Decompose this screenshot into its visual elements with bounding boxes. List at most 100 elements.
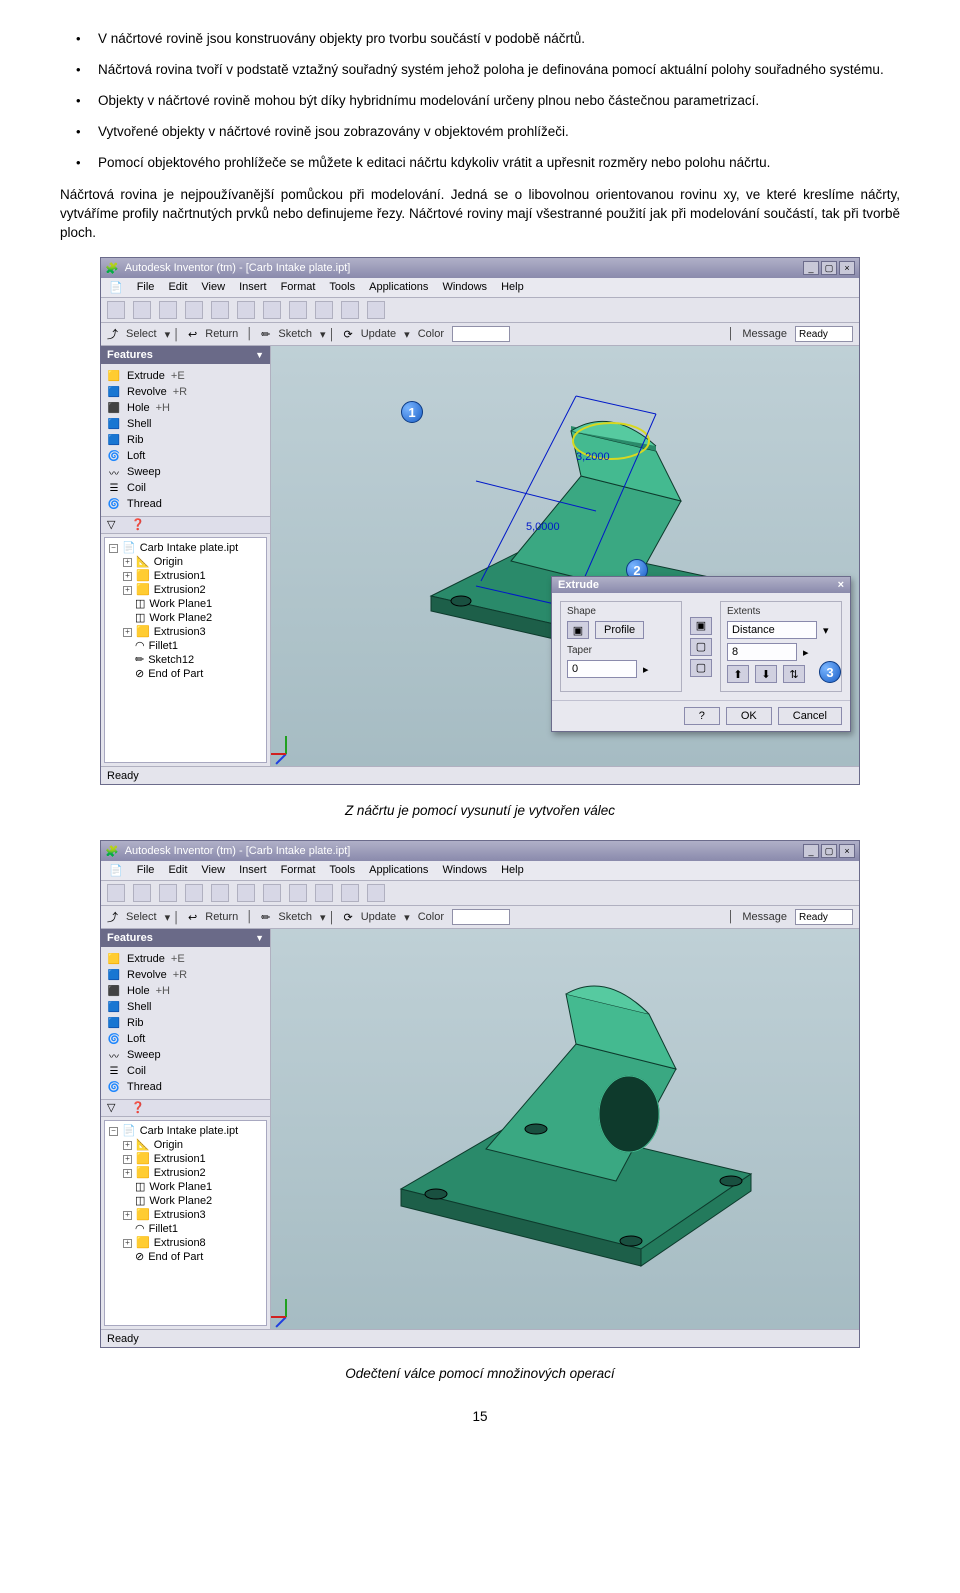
feature-extrude[interactable]: 🟨Extrude+E	[105, 951, 266, 967]
menu-insert[interactable]: Insert	[239, 281, 267, 294]
update-icon[interactable]: ⟳	[343, 911, 352, 924]
menu-windows[interactable]: Windows	[442, 281, 487, 294]
feature-loft[interactable]: 🌀Loft	[105, 1031, 266, 1047]
profile-button[interactable]: Profile	[595, 621, 644, 639]
profile-select-icon[interactable]: ▣	[567, 621, 589, 639]
spinner-icon[interactable]: ▸	[803, 646, 809, 659]
sketch-label[interactable]: Sketch	[278, 328, 312, 340]
panel-header[interactable]: Features ▼	[101, 929, 270, 947]
viewport[interactable]: 3,2000 5,0000 3,2000 1 2 Extrude × Shape	[271, 346, 859, 766]
update-label[interactable]: Update	[361, 328, 396, 340]
feature-sweep[interactable]: 〰Sweep	[105, 464, 266, 480]
ok-button[interactable]: OK	[726, 707, 772, 725]
menu-format[interactable]: Format	[281, 281, 316, 294]
feature-shell[interactable]: 🟦Shell	[105, 416, 266, 432]
extents-mode[interactable]: Distance	[727, 621, 817, 639]
feature-revolve[interactable]: 🟦Revolve+R	[105, 967, 266, 983]
close-icon[interactable]: ×	[838, 579, 844, 591]
color-field[interactable]	[452, 909, 510, 925]
return-icon[interactable]: ↩	[188, 911, 197, 924]
cancel-button[interactable]: Cancel	[778, 707, 842, 725]
expand-icon[interactable]: +	[123, 1169, 132, 1178]
filter-icon[interactable]: ▽	[107, 1101, 121, 1115]
sketch-icon[interactable]: ✏	[261, 911, 270, 924]
taper-field[interactable]: 0	[567, 660, 637, 678]
help-button[interactable]: ?	[684, 707, 720, 725]
close-button[interactable]: ×	[839, 844, 855, 858]
feature-hole[interactable]: ⬛Hole+H	[105, 400, 266, 416]
return-label[interactable]: Return	[205, 911, 238, 923]
shade-icon[interactable]	[341, 301, 359, 319]
tree-node[interactable]: ◫Work Plane2	[109, 611, 262, 625]
select-label[interactable]: Select	[126, 911, 157, 923]
menu-view[interactable]: View	[201, 864, 225, 877]
feature-hole[interactable]: ⬛Hole+H	[105, 983, 266, 999]
maximize-button[interactable]: ▢	[821, 261, 837, 275]
feature-coil[interactable]: ☰Coil	[105, 1063, 266, 1079]
menu-applications[interactable]: Applications	[369, 281, 428, 294]
tree-node[interactable]: +🟨Extrusion2	[109, 1166, 262, 1180]
menu-format[interactable]: Format	[281, 864, 316, 877]
feature-rib[interactable]: 🟦Rib	[105, 1015, 266, 1031]
sketch-icon[interactable]: ✏	[261, 328, 270, 341]
feature-thread[interactable]: 🌀Thread	[105, 496, 266, 512]
viewport[interactable]	[271, 929, 859, 1329]
select-icon[interactable]: ⤴	[107, 326, 118, 342]
sketch-label[interactable]: Sketch	[278, 911, 312, 923]
select-icon[interactable]: ⤴	[107, 909, 118, 925]
tree-node[interactable]: −📄Carb Intake plate.ipt	[109, 541, 262, 555]
chevron-down-icon[interactable]: ▾	[823, 624, 829, 637]
tree-node[interactable]: +🟨Extrusion8	[109, 1236, 262, 1250]
expand-icon[interactable]: +	[123, 558, 132, 567]
rotate-icon[interactable]	[289, 884, 307, 902]
color-field[interactable]	[452, 326, 510, 342]
dir-sym-icon[interactable]: ⇅	[783, 665, 805, 683]
new-icon[interactable]	[107, 884, 125, 902]
rotate-icon[interactable]	[289, 301, 307, 319]
feature-coil[interactable]: ☰Coil	[105, 480, 266, 496]
expand-icon[interactable]: +	[123, 628, 132, 637]
feature-sweep[interactable]: 〰Sweep	[105, 1047, 266, 1063]
feature-rib[interactable]: 🟦Rib	[105, 432, 266, 448]
menu-tools[interactable]: Tools	[329, 281, 355, 294]
tree-node[interactable]: ◫Work Plane2	[109, 1194, 262, 1208]
expand-icon[interactable]: +	[123, 1141, 132, 1150]
undo-icon[interactable]	[185, 301, 203, 319]
open-icon[interactable]	[133, 884, 151, 902]
tree-node[interactable]: +🟨Extrusion3	[109, 625, 262, 639]
menu-windows[interactable]: Windows	[442, 864, 487, 877]
collapse-icon[interactable]: −	[109, 1127, 118, 1136]
feature-revolve[interactable]: 🟦Revolve+R	[105, 384, 266, 400]
tree-node[interactable]: ✏Sketch12	[109, 653, 262, 667]
feature-loft[interactable]: 🌀Loft	[105, 448, 266, 464]
zoom-icon[interactable]	[237, 301, 255, 319]
model-tree[interactable]: −📄Carb Intake plate.ipt +📐Origin +🟨Extru…	[104, 537, 267, 763]
feature-extrude[interactable]: 🟨Extrude+E	[105, 368, 266, 384]
tree-node[interactable]: ⊘End of Part	[109, 1250, 262, 1264]
tree-node[interactable]: ◠Fillet1	[109, 639, 262, 653]
minimize-button[interactable]: _	[803, 261, 819, 275]
help-icon[interactable]: ❓	[131, 1101, 145, 1115]
model-tree[interactable]: −📄Carb Intake plate.ipt +📐Origin +🟨Extru…	[104, 1120, 267, 1326]
minimize-button[interactable]: _	[803, 844, 819, 858]
distance-field[interactable]: 8	[727, 643, 797, 661]
zoom-icon[interactable]	[237, 884, 255, 902]
menu-edit[interactable]: Edit	[168, 864, 187, 877]
tree-node[interactable]: +🟨Extrusion3	[109, 1208, 262, 1222]
spinner-icon[interactable]: ▸	[643, 663, 649, 676]
dir-1-icon[interactable]: ⬆	[727, 665, 749, 683]
tree-node[interactable]: +🟨Extrusion1	[109, 569, 262, 583]
feature-shell[interactable]: 🟦Shell	[105, 999, 266, 1015]
save-icon[interactable]	[159, 301, 177, 319]
undo-icon[interactable]	[185, 884, 203, 902]
tree-node[interactable]: −📄Carb Intake plate.ipt	[109, 1124, 262, 1138]
open-icon[interactable]	[133, 301, 151, 319]
tree-node[interactable]: +📐Origin	[109, 1138, 262, 1152]
help-icon[interactable]: ❓	[131, 518, 145, 532]
menu-file[interactable]: File	[137, 281, 155, 294]
wire-icon[interactable]	[367, 884, 385, 902]
pan-icon[interactable]	[263, 301, 281, 319]
redo-icon[interactable]	[211, 301, 229, 319]
update-icon[interactable]: ⟳	[343, 328, 352, 341]
wire-icon[interactable]	[367, 301, 385, 319]
